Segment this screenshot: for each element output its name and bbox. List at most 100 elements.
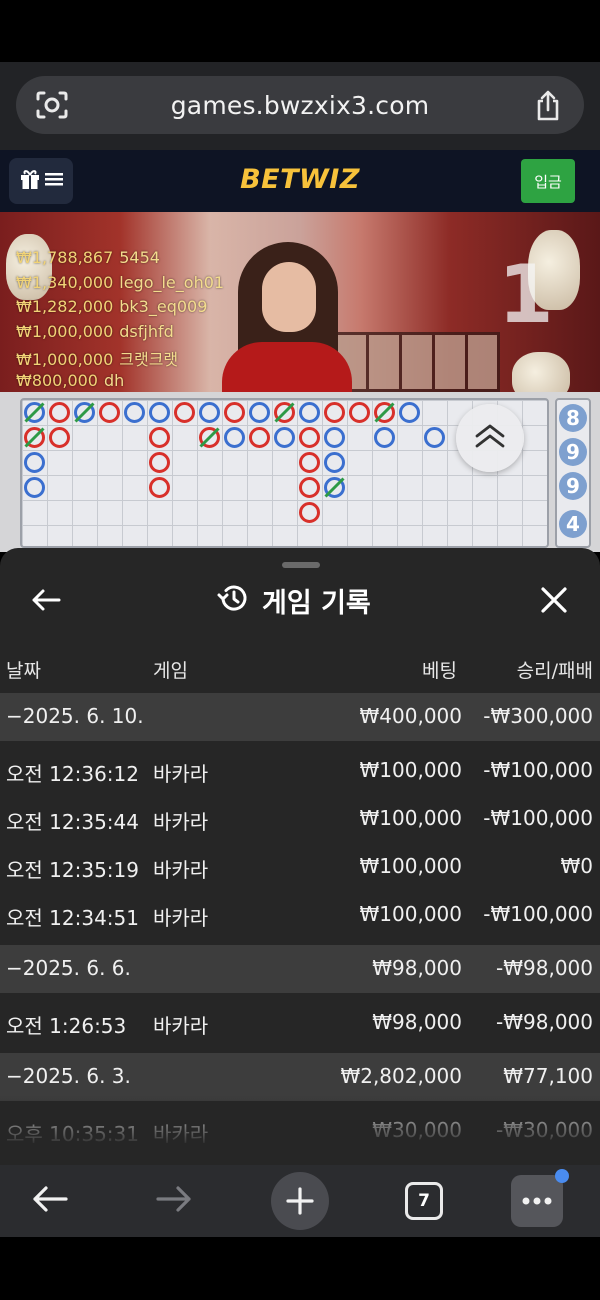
column-header-result[interactable]: 승리/패배 bbox=[517, 656, 593, 683]
row-time: 오전 1:26:53 bbox=[6, 1014, 127, 1038]
sheet-grabber[interactable] bbox=[282, 562, 320, 568]
date-group-row[interactable]: −2025. 6. 10. ₩400,000 -₩300,000 bbox=[0, 693, 600, 741]
arrow-right-icon bbox=[155, 1185, 193, 1217]
more-button[interactable] bbox=[511, 1169, 569, 1229]
history-row[interactable]: 오전 12:35:44 바카라 ₩100,000 -₩100,000 bbox=[0, 795, 600, 843]
player-marker bbox=[274, 427, 295, 448]
player-marker bbox=[149, 402, 170, 423]
banker-marker bbox=[249, 427, 270, 448]
browser-address-area: games.bwzxix3.com bbox=[0, 62, 600, 150]
browser-forward-button[interactable] bbox=[146, 1173, 202, 1229]
banker-marker bbox=[349, 402, 370, 423]
row-game: 바카라 bbox=[153, 762, 209, 786]
url-text[interactable]: games.bwzxix3.com bbox=[88, 91, 512, 120]
player-marker bbox=[399, 402, 420, 423]
sheet-title: 게임 기록 bbox=[216, 578, 371, 622]
row-bet: ₩30,000 bbox=[372, 1118, 462, 1142]
history-row[interactable]: 오전 1:26:53 바카라 ₩98,000 -₩98,000 bbox=[0, 999, 600, 1047]
row-bet: ₩98,000 bbox=[372, 1010, 462, 1034]
tabs-button[interactable]: 7 bbox=[402, 1173, 446, 1229]
date-group-row[interactable]: −2025. 6. 6. ₩98,000 -₩98,000 bbox=[0, 945, 600, 993]
bet-feed-row: ₩1,000,000 크랫크랫 bbox=[16, 350, 179, 369]
lantern-decoration bbox=[512, 352, 570, 392]
row-result: -₩100,000 bbox=[483, 902, 593, 926]
banker-marker bbox=[299, 452, 320, 473]
history-row[interactable]: 오후 10:35:31 바카라 ₩30,000 -₩30,000 bbox=[0, 1107, 600, 1155]
sheet-title-text: 게임 기록 bbox=[262, 587, 371, 619]
history-row[interactable]: 오전 12:36:12 바카라 ₩100,000 -₩100,000 bbox=[0, 747, 600, 795]
player-marker bbox=[24, 452, 45, 473]
brand-logo[interactable]: BETWIZ bbox=[0, 164, 600, 195]
side-ball: 8 bbox=[559, 404, 587, 432]
close-icon[interactable] bbox=[534, 580, 574, 620]
banker-marker bbox=[49, 402, 70, 423]
player-marker bbox=[124, 402, 145, 423]
banker-marker bbox=[174, 402, 195, 423]
row-game: 바카라 bbox=[153, 1014, 209, 1038]
player-marker bbox=[24, 477, 45, 498]
group-bet-total: ₩400,000 bbox=[359, 704, 462, 728]
row-bet: ₩100,000 bbox=[359, 806, 462, 830]
group-bet-total: ₩98,000 bbox=[372, 956, 462, 980]
date-group-row[interactable]: −2025. 6. 3. ₩2,802,000 ₩77,100 bbox=[0, 1053, 600, 1101]
prediction-column: 8 9 9 4 bbox=[555, 398, 591, 548]
group-date: −2025. 6. 6. bbox=[6, 956, 131, 980]
banker-marker bbox=[324, 402, 345, 423]
live-bet-feed: ₩1,788,867 5454 ₩1,340,000 lego_le_oh01 ₩1… bbox=[16, 248, 224, 392]
player-marker bbox=[424, 427, 445, 448]
player-marker bbox=[324, 427, 345, 448]
side-ball: 9 bbox=[559, 438, 587, 466]
column-header-date[interactable]: 날짜 bbox=[6, 656, 41, 683]
scroll-up-button[interactable] bbox=[456, 404, 524, 472]
history-column-headers: 날짜 게임 베팅 승리/패배 bbox=[0, 648, 600, 692]
row-result: -₩30,000 bbox=[496, 1118, 593, 1142]
bet-feed-row: ₩800,000 dh bbox=[16, 370, 125, 390]
column-header-bet[interactable]: 베팅 bbox=[422, 656, 457, 683]
banker-marker bbox=[49, 427, 70, 448]
row-time: 오후 10:35:31 bbox=[6, 1122, 139, 1146]
row-time: 오전 12:34:51 bbox=[6, 906, 139, 930]
side-ball: 9 bbox=[559, 472, 587, 500]
group-bet-total: ₩2,802,000 bbox=[340, 1064, 462, 1088]
banker-marker bbox=[299, 502, 320, 523]
group-result-total: ₩77,100 bbox=[503, 1064, 593, 1088]
road-map: 8 9 9 4 bbox=[0, 392, 600, 552]
banker-marker bbox=[149, 427, 170, 448]
group-date: −2025. 6. 3. bbox=[6, 1064, 131, 1088]
row-result: ₩0 bbox=[560, 854, 594, 878]
lens-icon[interactable] bbox=[16, 76, 88, 134]
arrow-left-icon bbox=[31, 1185, 69, 1217]
history-list: −2025. 6. 10. ₩400,000 -₩300,000 오전 12:3… bbox=[0, 693, 600, 1155]
share-icon[interactable] bbox=[512, 76, 584, 134]
row-result: -₩100,000 bbox=[483, 758, 593, 782]
dealer-dress bbox=[222, 342, 352, 392]
history-icon bbox=[216, 583, 248, 617]
bet-feed-row: ₩1,788,867 5454 bbox=[16, 248, 160, 267]
live-video[interactable]: 1 ₩1,788,867 5454 ₩1,340,000 lego_le_oh01 … bbox=[0, 212, 600, 392]
site-header: BETWIZ 입금 bbox=[0, 150, 600, 212]
row-bet: ₩100,000 bbox=[359, 902, 462, 926]
plus-icon bbox=[271, 1172, 329, 1230]
column-header-game[interactable]: 게임 bbox=[153, 656, 188, 683]
player-marker bbox=[299, 402, 320, 423]
row-game: 바카라 bbox=[153, 1122, 209, 1146]
player-marker bbox=[324, 452, 345, 473]
player-marker bbox=[249, 402, 270, 423]
round-number: 1 bbox=[498, 248, 554, 341]
banker-marker bbox=[299, 427, 320, 448]
browser-back-button[interactable] bbox=[22, 1173, 78, 1229]
row-bet: ₩100,000 bbox=[359, 758, 462, 782]
history-row[interactable]: 오전 12:35:19 바카라 ₩100,000 ₩0 bbox=[0, 843, 600, 891]
address-bar[interactable]: games.bwzxix3.com bbox=[16, 76, 584, 134]
history-row[interactable]: 오전 12:34:51 바카라 ₩100,000 -₩100,000 bbox=[0, 891, 600, 939]
bet-feed-row: ₩1,340,000 lego_le_oh01 bbox=[16, 272, 225, 292]
row-game: 바카라 bbox=[153, 858, 209, 882]
group-date: −2025. 6. 10. bbox=[6, 704, 144, 728]
banker-marker bbox=[299, 477, 320, 498]
player-marker bbox=[224, 427, 245, 448]
deposit-button[interactable]: 입금 bbox=[521, 159, 575, 203]
browser-toolbar: 7 bbox=[0, 1165, 600, 1237]
new-tab-button[interactable] bbox=[271, 1172, 329, 1230]
more-icon bbox=[511, 1169, 569, 1227]
arrow-left-icon[interactable] bbox=[24, 582, 68, 618]
